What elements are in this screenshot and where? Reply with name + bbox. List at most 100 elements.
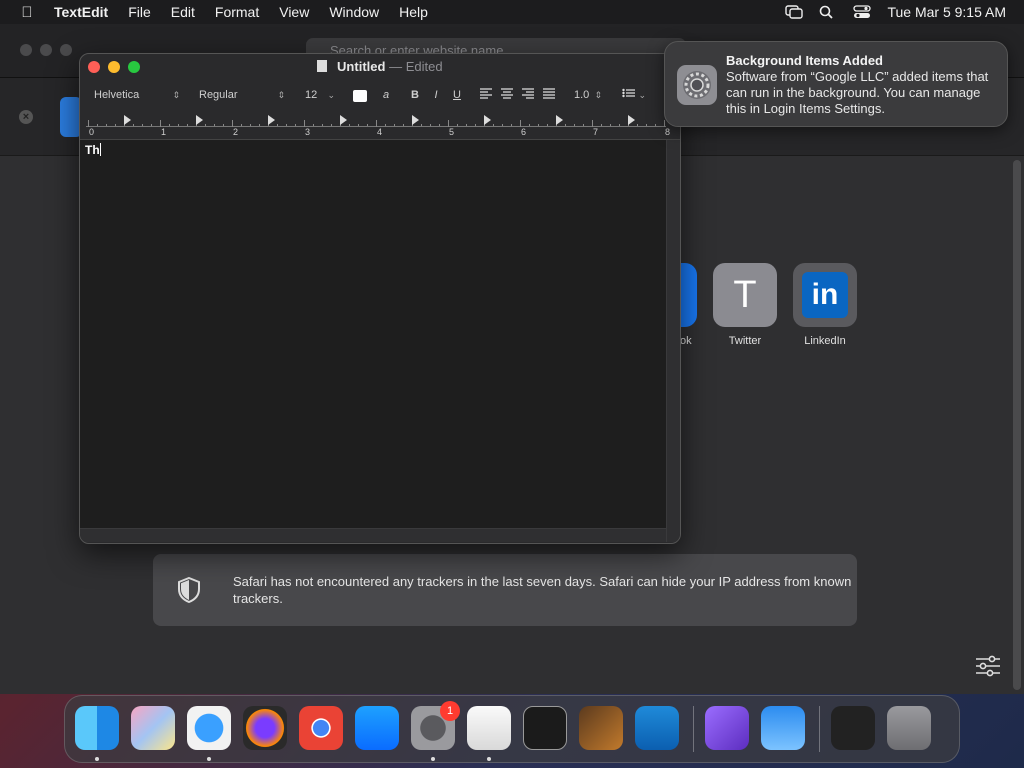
bullet-list-icon xyxy=(622,88,635,98)
screen-mirroring-icon[interactable] xyxy=(785,5,804,19)
dock-running-indicator xyxy=(207,757,211,761)
align-justify-icon[interactable] xyxy=(541,87,557,103)
font-size-select[interactable]: 12 ⌄ xyxy=(301,86,339,104)
privacy-report[interactable]: Safari has not encountered any trackers … xyxy=(153,554,857,626)
notification-banner[interactable]: Background Items Added Software from “Go… xyxy=(664,41,1008,127)
bold-button[interactable]: B xyxy=(407,87,423,103)
underline-button[interactable]: U xyxy=(449,87,465,103)
menu-window[interactable]: Window xyxy=(329,4,379,20)
ruler-minor-tick xyxy=(331,124,332,126)
screenshot-thumbnail-icon[interactable] xyxy=(831,706,875,750)
ruler-minor-tick xyxy=(169,124,170,126)
app-store-icon[interactable] xyxy=(355,706,399,750)
ruler-minor-tick xyxy=(259,124,260,126)
safari-icon[interactable] xyxy=(187,706,231,750)
ruler-major-tick xyxy=(232,120,233,127)
terminal-icon[interactable] xyxy=(523,706,567,750)
zoom-button[interactable] xyxy=(60,44,72,56)
line-spacing-select[interactable]: 1.0 ⇕ xyxy=(570,86,606,104)
ruler[interactable]: 0 1 2 3 4 5 6 7 8 xyxy=(80,112,680,140)
visual-studio-icon[interactable] xyxy=(705,706,749,750)
menu-clock[interactable]: Tue Mar 5 9:15 AM xyxy=(887,4,1006,20)
ruler-minor-tick xyxy=(394,124,395,126)
ruler-major-tick xyxy=(520,120,521,127)
tab-stop-marker[interactable] xyxy=(412,115,419,125)
list-style-select[interactable]: ⌄ xyxy=(618,86,650,104)
window-title: Untitled — Edited xyxy=(80,59,680,74)
textedit-icon[interactable] xyxy=(467,706,511,750)
dock-running-indicator xyxy=(431,757,435,761)
favorite-linkedin[interactable]: in LinkedIn xyxy=(793,263,857,347)
dock-running-indicator xyxy=(95,757,99,761)
chevron-updown-icon: ⇕ xyxy=(172,90,180,100)
tab-stop-marker[interactable] xyxy=(124,115,131,125)
ruler-minor-tick xyxy=(250,124,251,126)
vertical-scrollbar[interactable] xyxy=(666,140,680,542)
format-bar: Helvetica ⇕ Regular ⇕ 12 ⌄ a B I U 1.0 ⇕ ⌄ xyxy=(80,82,680,110)
ruler-number: 2 xyxy=(233,127,239,137)
ruler-minor-tick xyxy=(646,124,647,126)
tab-close-icon[interactable]: × xyxy=(19,110,33,124)
ruler-number: 4 xyxy=(377,127,383,137)
ruler-minor-tick xyxy=(421,124,422,126)
ruler-minor-tick xyxy=(655,124,656,126)
tab-stop-marker[interactable] xyxy=(340,115,347,125)
menu-app-name[interactable]: TextEdit xyxy=(54,4,108,20)
tab-stop-marker[interactable] xyxy=(484,115,491,125)
align-right-icon[interactable] xyxy=(520,87,536,103)
menu-edit[interactable]: Edit xyxy=(171,4,195,20)
menu-format[interactable]: Format xyxy=(215,4,259,20)
close-button[interactable] xyxy=(20,44,32,56)
horizontal-scrollbar[interactable] xyxy=(80,528,666,542)
search-icon[interactable] xyxy=(819,5,837,19)
trash-icon[interactable] xyxy=(887,706,931,750)
ruler-major-tick xyxy=(376,120,377,127)
menu-view[interactable]: View xyxy=(279,4,309,20)
tab-stop-marker[interactable] xyxy=(556,115,563,125)
ruler-major-tick xyxy=(448,120,449,127)
document-text-area[interactable]: Th xyxy=(80,140,666,528)
customize-sliders-icon[interactable] xyxy=(975,655,1001,677)
menu-bar:  TextEdit File Edit Format View Window … xyxy=(0,0,1024,24)
favorite-twitter[interactable]: T Twitter xyxy=(713,263,777,347)
tab-stop-marker[interactable] xyxy=(268,115,275,125)
launchpad-icon[interactable] xyxy=(131,706,175,750)
font-family-select[interactable]: Helvetica ⇕ xyxy=(90,86,184,104)
finder-icon[interactable] xyxy=(75,706,119,750)
tab-stop-marker[interactable] xyxy=(196,115,203,125)
ruler-minor-tick xyxy=(97,124,98,126)
ruler-minor-tick xyxy=(601,124,602,126)
dock xyxy=(64,695,960,763)
ruler-minor-tick xyxy=(106,124,107,126)
ruler-minor-tick xyxy=(133,124,134,126)
menu-file[interactable]: File xyxy=(128,4,151,20)
firefox-icon[interactable] xyxy=(243,706,287,750)
minimize-button[interactable] xyxy=(40,44,52,56)
font-style-select[interactable]: Regular ⇕ xyxy=(195,86,289,104)
text-color-swatch[interactable] xyxy=(353,90,367,102)
textedit-titlebar[interactable]: Untitled — Edited xyxy=(80,54,680,80)
start-page-scrollbar[interactable] xyxy=(1013,160,1021,690)
garageband-icon[interactable] xyxy=(579,706,623,750)
italic-button[interactable]: I xyxy=(428,87,444,103)
ruler-minor-tick xyxy=(637,124,638,126)
chrome-icon[interactable] xyxy=(299,706,343,750)
tab-stop-marker[interactable] xyxy=(628,115,635,125)
ruler-number: 8 xyxy=(665,127,671,137)
align-left-icon[interactable] xyxy=(478,87,494,103)
weather-icon[interactable] xyxy=(761,706,805,750)
ruler-minor-tick xyxy=(457,124,458,126)
highlight-color-button[interactable]: a xyxy=(378,87,394,103)
apple-menu-icon[interactable]:  xyxy=(18,4,36,21)
ruler-number: 1 xyxy=(161,127,167,137)
align-center-icon[interactable] xyxy=(499,87,515,103)
favorite-partial-tile[interactable] xyxy=(680,263,697,327)
ruler-minor-tick xyxy=(385,124,386,126)
menu-help[interactable]: Help xyxy=(399,4,428,20)
notification-body: Software from “Google LLC” added items t… xyxy=(726,69,989,116)
vscode-icon[interactable] xyxy=(635,706,679,750)
document-text: Th xyxy=(85,143,101,157)
control-center-icon[interactable] xyxy=(853,5,872,19)
ruler-minor-tick xyxy=(277,124,278,126)
ruler-major-tick xyxy=(88,120,89,127)
